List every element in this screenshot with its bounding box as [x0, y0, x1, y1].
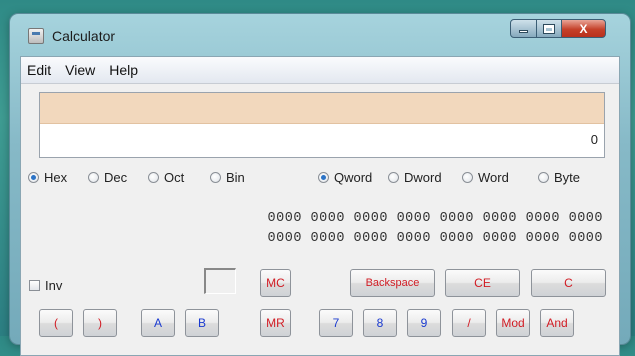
radio-dec-label: Dec [104, 170, 128, 185]
mc-button[interactable]: MC [260, 269, 291, 297]
digit-9-button[interactable]: 9 [407, 309, 441, 337]
radio-dword-indicator[interactable] [388, 172, 399, 183]
calculator-app-icon [28, 28, 44, 44]
calculator-body: Edit View Help 0 Hex Dec Oct Bin Qword D… [20, 56, 620, 356]
radio-bin-indicator[interactable] [210, 172, 221, 183]
menu-view[interactable]: View [58, 62, 102, 78]
open-paren-button[interactable]: ( [39, 309, 73, 337]
c-button[interactable]: C [531, 269, 606, 297]
radio-word-label: Word [478, 170, 509, 185]
inv-checkbox[interactable]: Inv [29, 278, 62, 293]
menu-bar: Edit View Help [21, 57, 619, 84]
inv-checkbox-box[interactable] [29, 280, 40, 291]
radio-word-indicator[interactable] [462, 172, 473, 183]
backspace-button[interactable]: Backspace [350, 269, 435, 297]
radio-byte-indicator[interactable] [538, 172, 549, 183]
digit-8-button[interactable]: 8 [363, 309, 397, 337]
divide-button[interactable]: / [452, 309, 486, 337]
radio-hex-indicator[interactable] [28, 172, 39, 183]
radio-dec[interactable]: Dec [88, 170, 127, 185]
menu-edit[interactable]: Edit [21, 62, 58, 78]
radio-dec-indicator[interactable] [88, 172, 99, 183]
inv-label: Inv [45, 278, 63, 293]
radio-byte[interactable]: Byte [538, 170, 580, 185]
ce-button[interactable]: CE [445, 269, 520, 297]
radio-word[interactable]: Word [462, 170, 509, 185]
mode-options-row: Hex Dec Oct Bin Qword Dword Word Byte [21, 170, 619, 190]
radio-dword-label: Dword [404, 170, 442, 185]
radio-bin[interactable]: Bin [210, 170, 245, 185]
close-icon: X [579, 21, 588, 36]
digit-7-button[interactable]: 7 [319, 309, 353, 337]
radio-qword-indicator[interactable] [318, 172, 329, 183]
and-button[interactable]: And [540, 309, 574, 337]
digit-a-button[interactable]: A [141, 309, 175, 337]
title-bar[interactable]: Calculator X [10, 14, 630, 48]
menu-help[interactable]: Help [102, 62, 145, 78]
minimize-button[interactable] [510, 19, 537, 38]
calculator-window: Calculator X Edit View Help 0 Hex Dec Oc… [10, 14, 630, 356]
bit-row-lower: 0000 0000 0000 0000 0000 0000 0000 0000 [267, 231, 603, 246]
minimize-icon [519, 30, 528, 33]
radio-oct[interactable]: Oct [148, 170, 184, 185]
window-title: Calculator [52, 28, 116, 44]
radio-byte-label: Byte [554, 170, 581, 185]
close-paren-button[interactable]: ) [83, 309, 117, 337]
display-value: 0 [590, 132, 598, 147]
radio-qword-label: Qword [334, 170, 373, 185]
maximize-button[interactable] [536, 19, 562, 38]
memory-status-box [204, 268, 236, 294]
radio-oct-label: Oct [164, 170, 185, 185]
bit-row-upper: 0000 0000 0000 0000 0000 0000 0000 0000 [267, 211, 603, 226]
close-button[interactable]: X [561, 19, 606, 38]
radio-hex-label: Hex [44, 170, 68, 185]
mod-button[interactable]: Mod [496, 309, 530, 337]
radio-oct-indicator[interactable] [148, 172, 159, 183]
mr-button[interactable]: MR [260, 309, 291, 337]
radio-hex[interactable]: Hex [28, 170, 67, 185]
memory-indicator-strip [40, 93, 604, 124]
radio-qword[interactable]: Qword [318, 170, 372, 185]
radio-bin-label: Bin [226, 170, 245, 185]
result-display[interactable]: 0 [39, 92, 605, 158]
radio-dword[interactable]: Dword [388, 170, 442, 185]
digit-b-button[interactable]: B [185, 309, 219, 337]
maximize-icon [543, 23, 555, 34]
